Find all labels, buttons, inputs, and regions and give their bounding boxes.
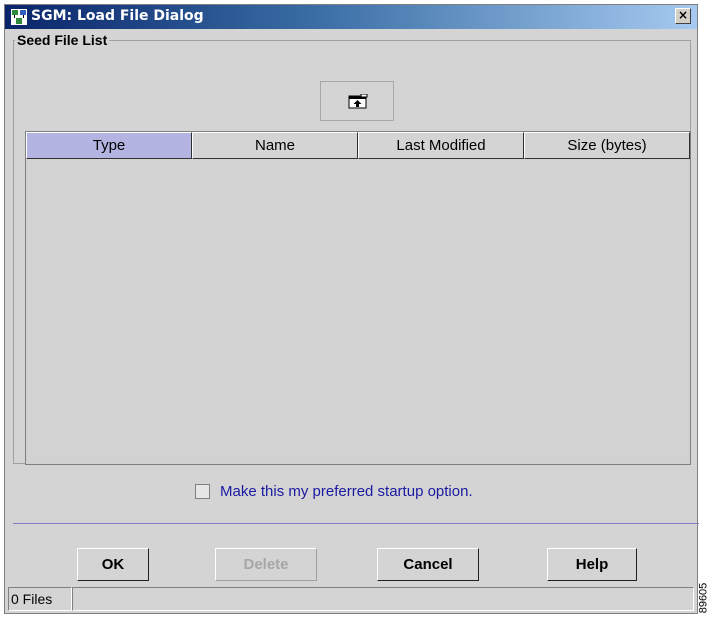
upload-file-button[interactable] [320,81,394,121]
seed-file-table: Type Name Last Modified Size (bytes) [25,131,691,465]
app-network-icon [11,9,27,25]
group-title: Seed File List [15,32,110,48]
cancel-button[interactable]: Cancel [377,548,479,581]
table-body[interactable] [27,159,689,463]
title-bar[interactable]: SGM: Load File Dialog × [5,5,697,29]
load-file-dialog: SGM: Load File Dialog × Seed File List T… [4,4,699,614]
separator [13,523,699,524]
ok-button[interactable]: OK [77,548,149,581]
preferred-startup-label[interactable]: Make this my preferred startup option. [220,483,473,500]
help-button[interactable]: Help [547,548,637,581]
column-header-last-modified[interactable]: Last Modified [358,132,524,159]
figure-id-label: 89605 [697,580,714,618]
status-bar: 0 Files [8,587,694,611]
close-icon: × [677,8,689,22]
figure-id-text: 89605 [697,582,710,614]
window-title: SGM: Load File Dialog [31,8,204,24]
column-header-type[interactable]: Type [26,132,192,159]
file-count: 0 Files [8,587,72,611]
close-button[interactable]: × [675,8,691,24]
delete-button[interactable]: Delete [215,548,317,581]
upload-file-icon [348,94,368,109]
column-header-name[interactable]: Name [192,132,358,159]
preferred-startup-checkbox[interactable] [195,484,210,499]
column-header-size[interactable]: Size (bytes) [524,132,690,159]
status-message [72,587,694,611]
